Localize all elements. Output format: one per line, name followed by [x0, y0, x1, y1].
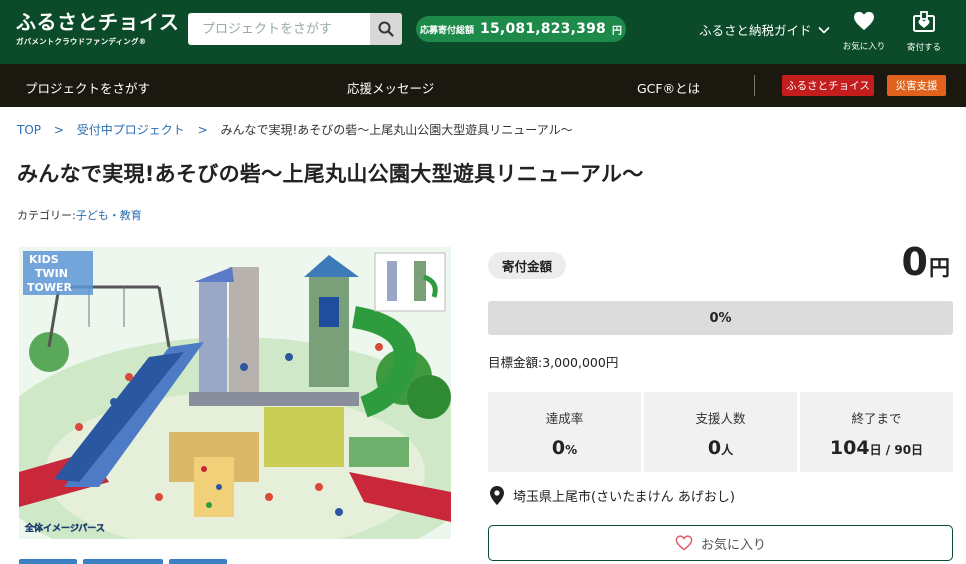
breadcrumb-separator: >	[197, 123, 208, 137]
breadcrumb-accepting[interactable]: 受付中プロジェクト	[77, 123, 185, 137]
search-icon	[378, 21, 394, 37]
nav-item-gcf[interactable]: GCF®とは	[637, 78, 700, 97]
remaining-total: / 90日	[881, 443, 924, 457]
heart-icon	[854, 11, 874, 31]
favorites-button-label: お気に入り	[700, 537, 766, 553]
location-text: 埼玉県上尾市(さいたまけん あげおし)	[513, 490, 735, 505]
heart-outline-icon	[675, 535, 693, 551]
supporters-value: 0	[707, 437, 722, 459]
stat-supporters: 支援人数 0人	[644, 392, 797, 472]
project-location: 埼玉県上尾市(さいたまけん あげおし)	[490, 486, 735, 505]
funding-progress-bar: 0%	[488, 301, 953, 335]
goal-amount: 目標金額:3,000,000円	[488, 355, 619, 370]
page-title: みんなで実現!あそびの砦〜上尾丸山公園大型遊具リニューアル〜	[17, 162, 644, 186]
logo-subtitle: ガバメントクラウドファンディング®	[16, 37, 147, 46]
stat-remaining: 終了まで 104日 / 90日	[800, 392, 953, 472]
funding-stats: 達成率 0% 支援人数 0人 終了まで 104日 / 90日	[488, 392, 953, 472]
nav-item-messages[interactable]: 応援メッセージ	[347, 78, 434, 97]
header-donate-label: 寄付する	[906, 43, 941, 53]
donation-amount-label: 寄付金額	[488, 252, 567, 279]
total-donation-value: 15,081,823,398	[480, 21, 606, 37]
furusato-guide-menu[interactable]: ふるさと納税ガイド	[699, 20, 830, 39]
stat-value: 0人	[708, 437, 733, 459]
kids-text: KIDS	[29, 253, 59, 266]
total-donation-unit: 円	[611, 25, 622, 37]
total-donation-label: 応募寄付総額	[420, 25, 475, 36]
breadcrumb-separator: >	[53, 123, 64, 137]
thumbnail[interactable]	[169, 559, 227, 564]
search-box	[188, 13, 402, 45]
search-button[interactable]	[370, 13, 402, 45]
playground-illustration: KIDS TWIN TOWER 全体イメージパース	[19, 247, 451, 539]
category-line: カテゴリー:子ども・教育	[17, 207, 142, 223]
stat-achievement-rate: 達成率 0%	[488, 392, 641, 472]
donation-amount-value: 0	[901, 240, 928, 284]
stat-label: 達成率	[545, 411, 584, 426]
stat-value: 104日 / 90日	[830, 437, 923, 459]
category-label: カテゴリー:	[17, 209, 76, 222]
main-nav: プロジェクトをさがす 応援メッセージ GCF®とは ふるさとチョイス 災害支援	[0, 64, 966, 107]
add-to-favorites-button[interactable]: お気に入り	[488, 525, 953, 561]
search-input[interactable]	[188, 13, 370, 45]
header-favorites[interactable]: お気に入り	[834, 11, 894, 52]
supporters-unit: 人	[721, 443, 734, 457]
furusato-choice-badge[interactable]: ふるさとチョイス	[782, 75, 874, 96]
project-main-image[interactable]: KIDS TWIN TOWER 全体イメージパース	[19, 247, 451, 539]
breadcrumb-current: みんなで実現!あそびの砦〜上尾丸山公園大型遊具リニューアル〜	[220, 123, 573, 137]
header-donate[interactable]: 寄付する	[894, 11, 954, 53]
stat-label: 支援人数	[695, 411, 746, 426]
progress-percent: 0%	[709, 310, 732, 326]
category-link[interactable]: 子ども・教育	[76, 209, 142, 222]
site-header: ふるさとチョイス ガバメントクラウドファンディング® 応募寄付総額 15,081…	[0, 0, 966, 64]
nav-item-search-projects[interactable]: プロジェクトをさがす	[25, 78, 150, 97]
remaining-value: 104	[829, 437, 870, 459]
tower-text: TOWER	[27, 281, 73, 294]
disaster-support-badge[interactable]: 災害支援	[887, 75, 946, 96]
map-pin-icon	[490, 486, 504, 505]
header-favorites-label: お気に入り	[842, 42, 886, 52]
donation-amount: 0 円	[902, 240, 950, 284]
rate-value: 0	[551, 437, 566, 459]
chevron-down-icon	[817, 26, 830, 34]
logo-title: ふるさとチョイス	[16, 10, 180, 34]
remaining-unit: 日	[869, 443, 882, 457]
site-logo[interactable]: ふるさとチョイス ガバメントクラウドファンディング®	[16, 10, 179, 47]
thumbnail[interactable]	[19, 559, 77, 564]
nav-divider	[754, 75, 755, 96]
image-thumbnails	[19, 559, 227, 564]
image-caption: 全体イメージパース	[24, 522, 105, 534]
stat-label: 終了まで	[851, 411, 902, 426]
twin-text: TWIN	[35, 267, 68, 280]
stat-value: 0%	[552, 437, 577, 459]
breadcrumb: TOP > 受付中プロジェクト > みんなで実現!あそびの砦〜上尾丸山公園大型遊…	[17, 121, 573, 138]
total-donation-pill: 応募寄付総額 15,081,823,398 円	[416, 16, 626, 42]
breadcrumb-top[interactable]: TOP	[17, 123, 41, 137]
guide-label: ふるさと納税ガイド	[699, 23, 812, 38]
thumbnail[interactable]	[83, 559, 163, 564]
rate-unit: %	[565, 443, 578, 457]
donate-box-icon	[913, 11, 935, 32]
donation-amount-unit: 円	[929, 256, 950, 280]
